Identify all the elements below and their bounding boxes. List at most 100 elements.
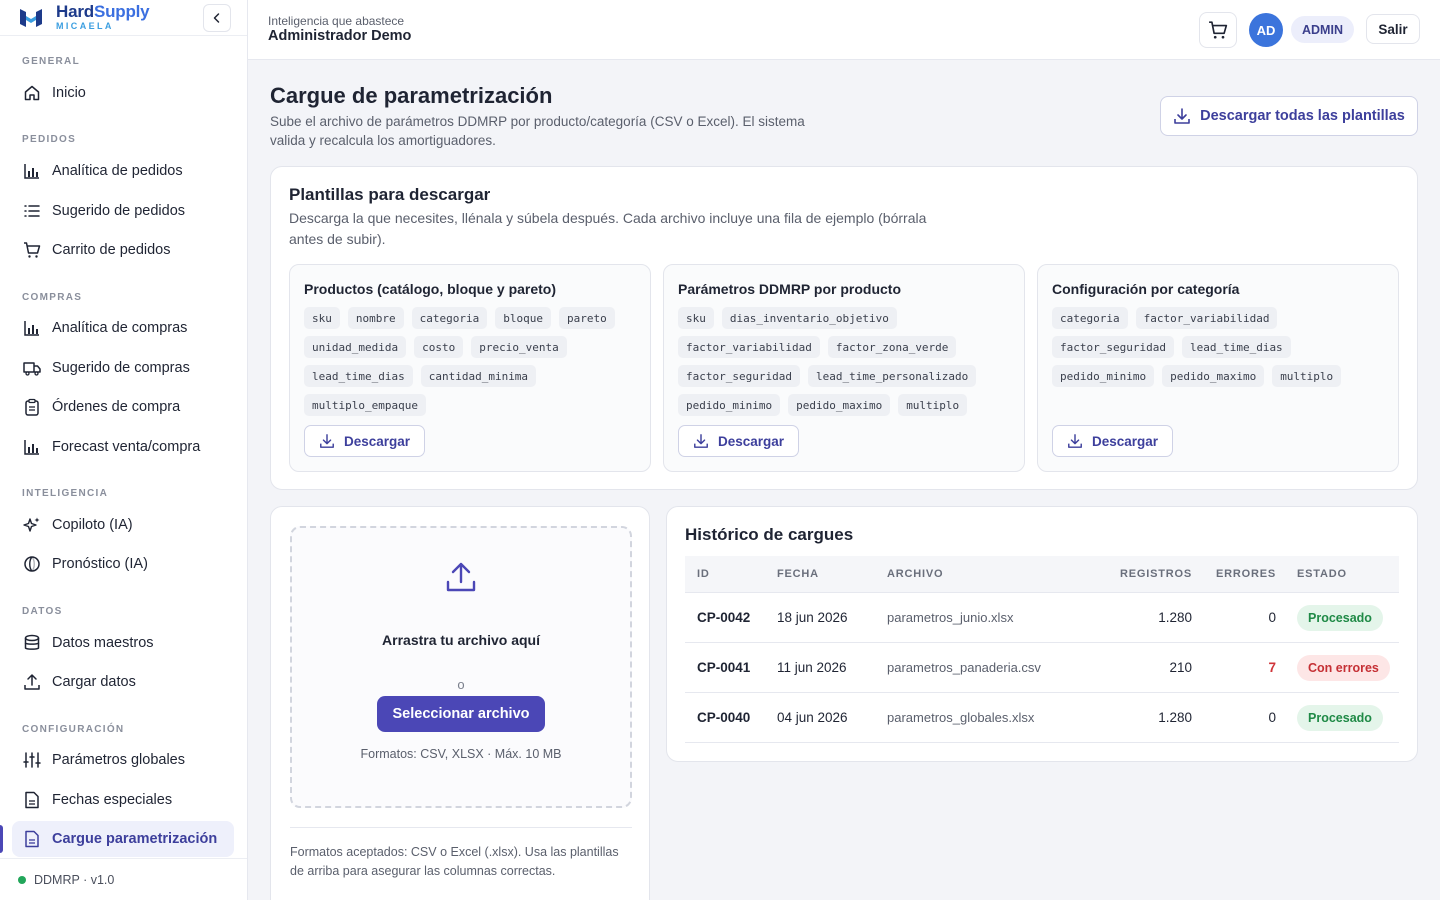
database-icon xyxy=(22,633,42,653)
logout-button[interactable]: Salir xyxy=(1366,14,1420,44)
list-icon xyxy=(22,201,42,221)
cell-file: parametros_junio.xlsx xyxy=(887,610,1014,625)
sidebar-item-analitica-compras[interactable]: Analítica de compras xyxy=(12,310,234,346)
role-badge: ADMIN xyxy=(1291,16,1354,43)
cell-records: 1.280 xyxy=(1158,710,1192,725)
cell-records: 1.280 xyxy=(1158,610,1192,625)
section-title-datos: DATOS xyxy=(22,606,63,617)
sidebar-item-parametros-globales[interactable]: Parámetros globales xyxy=(12,742,234,778)
sidebar-item-fechas-especiales[interactable]: Fechas especiales xyxy=(12,782,234,818)
field-chip: sku xyxy=(678,307,714,329)
upload-note: Formatos aceptados: CSV o Excel (.xlsx).… xyxy=(290,845,619,878)
sidebar-item-forecast[interactable]: Forecast venta/compra xyxy=(12,429,234,465)
field-chip: multiplo xyxy=(1272,365,1342,387)
field-chip: categoria xyxy=(1052,307,1128,329)
download-template-button[interactable]: Descargar xyxy=(1052,425,1174,457)
brand-subtitle: MICAELA xyxy=(56,20,114,31)
dropzone-or: o xyxy=(457,677,465,692)
table-row[interactable]: CP-0042 18 jun 2026 parametros_junio.xls… xyxy=(685,593,1399,643)
upload-card: Arrastra tu archivo aquí o Seleccionar a… xyxy=(270,506,650,900)
cell-date: 18 jun 2026 xyxy=(777,610,848,625)
hardsupply-logo-icon xyxy=(20,8,42,27)
column-header[interactable]: ARCHIVO xyxy=(887,568,1082,580)
field-chip: multiplo_empaque xyxy=(304,394,426,416)
sidebar-item-datos-maestros[interactable]: Datos maestros xyxy=(12,625,234,661)
cell-status: Procesado xyxy=(1276,604,1399,631)
topbar-subtitle: Inteligencia que abastece xyxy=(268,14,405,28)
topbar: Inteligencia que abastece Administrador … xyxy=(248,0,1440,60)
download-template-button[interactable]: Descargar xyxy=(304,425,426,457)
file-dropzone[interactable]: Arrastra tu archivo aquí o Seleccionar a… xyxy=(290,526,632,808)
sidebar-item-analitica-pedidos[interactable]: Analítica de pedidos xyxy=(12,153,234,189)
field-chip: factor_seguridad xyxy=(1052,336,1174,358)
template-productos: Productos (catálogo, bloque y pareto) sk… xyxy=(289,264,651,472)
table-row[interactable]: CP-0041 11 jun 2026 parametros_panaderia… xyxy=(685,643,1399,693)
column-header[interactable]: REGISTROS xyxy=(1082,568,1192,580)
download-icon xyxy=(1174,108,1190,124)
column-header[interactable]: ID xyxy=(685,568,777,580)
cell-id: CP-0040 xyxy=(697,710,751,725)
table-row[interactable]: CP-0040 04 jun 2026 parametros_globales.… xyxy=(685,693,1399,743)
bar-chart-icon xyxy=(22,437,42,457)
sidebar-item-copiloto[interactable]: Copiloto (IA) xyxy=(12,507,234,543)
cell-records: 210 xyxy=(1169,660,1192,675)
download-template-button[interactable]: Descargar xyxy=(678,425,800,457)
field-chip: pedido_maximo xyxy=(788,394,891,416)
history-card: Histórico de cargues ID FECHA ARCHIVO RE… xyxy=(666,506,1418,762)
sidebar-item-inicio[interactable]: Inicio xyxy=(12,75,234,111)
avatar[interactable]: AD xyxy=(1249,13,1283,47)
field-chip: bloque xyxy=(495,307,551,329)
cell-status: Procesado xyxy=(1276,704,1399,731)
field-chip: pedido_minimo xyxy=(678,394,781,416)
sidebar-item-sugerido-pedidos[interactable]: Sugerido de pedidos xyxy=(12,193,234,229)
truck-icon xyxy=(22,358,42,378)
sidebar-item-cargar-datos[interactable]: Cargar datos xyxy=(12,664,234,700)
cell-file: parametros_globales.xlsx xyxy=(887,710,1035,725)
field-chip: categoria xyxy=(411,307,488,329)
upload-icon xyxy=(446,562,476,592)
download-all-templates-button[interactable]: Descargar todas las plantillas xyxy=(1160,96,1418,136)
sparkles-icon xyxy=(22,515,42,535)
sidebar-item-ordenes-compra[interactable]: Órdenes de compra xyxy=(12,389,234,425)
field-chip: cantidad_minima xyxy=(420,365,537,387)
column-header[interactable]: FECHA xyxy=(777,568,887,580)
cell-date: 11 jun 2026 xyxy=(777,660,847,675)
divider xyxy=(290,827,632,828)
column-header[interactable]: ERRORES xyxy=(1192,568,1276,580)
history-title: Histórico de cargues xyxy=(685,525,854,544)
templates-title: Plantillas para descargar xyxy=(289,185,491,204)
templates-card: Plantillas para descargar Descarga la qu… xyxy=(270,166,1418,490)
file-icon xyxy=(22,790,42,810)
brand: HardSupply MICAELA xyxy=(0,0,247,36)
field-chip: lead_time_personalizado xyxy=(807,365,977,387)
template-configuracion-categoria: Configuración por categoría categoria fa… xyxy=(1037,264,1399,472)
column-header[interactable]: ESTADO xyxy=(1276,568,1399,580)
field-chip: lead_time_dias xyxy=(304,365,413,387)
template-title: Productos (catálogo, bloque y pareto) xyxy=(304,281,557,297)
template-fields: sku nombre categoria bloque pareto unida… xyxy=(304,307,638,416)
sidebar-item-sugerido-compras[interactable]: Sugerido de compras xyxy=(12,350,234,386)
select-file-button[interactable]: Seleccionar archivo xyxy=(377,696,545,732)
cell-status: Con errores xyxy=(1276,654,1399,681)
cell-errors: 0 xyxy=(1268,710,1276,725)
brain-icon xyxy=(22,554,42,574)
field-chip: dias_inventario_objetivo xyxy=(721,307,897,329)
home-icon xyxy=(22,83,42,103)
download-icon xyxy=(320,434,334,448)
brand-name: HardSupply xyxy=(56,1,150,21)
active-indicator xyxy=(0,825,3,853)
download-icon xyxy=(694,434,708,448)
field-chip: costo xyxy=(414,336,464,358)
chevron-left-icon xyxy=(213,13,220,23)
field-chip: pedido_minimo xyxy=(1052,365,1155,387)
file-icon xyxy=(22,829,42,849)
field-chip: sku xyxy=(304,307,340,329)
field-chip: factor_seguridad xyxy=(678,365,800,387)
sidebar-item-carrito-pedidos[interactable]: Carrito de pedidos xyxy=(12,232,234,268)
collapse-sidebar-button[interactable] xyxy=(203,4,231,32)
cart-button[interactable] xyxy=(1199,12,1237,48)
sidebar-item-cargue-parametrizacion[interactable]: Cargue parametrización xyxy=(12,821,234,857)
field-chip: lead_time_dias xyxy=(1181,336,1291,358)
sidebar-item-pronostico[interactable]: Pronóstico (IA) xyxy=(12,546,234,582)
field-chip: factor_zona_verde xyxy=(827,336,957,358)
